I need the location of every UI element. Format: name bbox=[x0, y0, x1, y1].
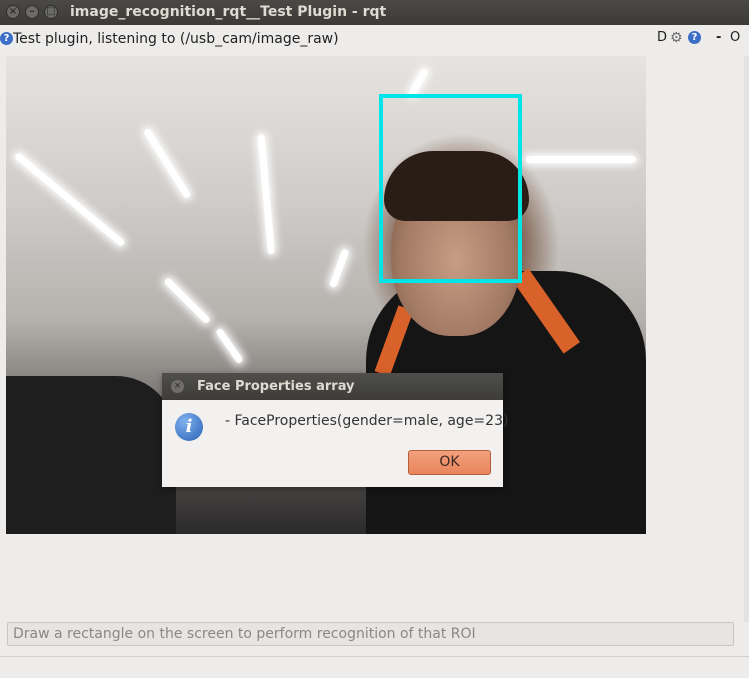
dialog-message: - FaceProperties(gender=male, age=23) bbox=[225, 413, 509, 429]
plugin-help-button[interactable]: ? bbox=[688, 31, 701, 44]
plugin-minimize-button[interactable]: - bbox=[716, 30, 721, 45]
gear-icon[interactable]: ⚙ bbox=[670, 30, 683, 46]
ok-button[interactable]: OK bbox=[408, 450, 491, 475]
dialog-titlebar: × Face Properties array bbox=[162, 373, 503, 400]
window-minimize-button[interactable]: – bbox=[25, 5, 39, 19]
face-detection-box bbox=[379, 94, 522, 283]
window-close-button[interactable]: × bbox=[6, 5, 20, 19]
window-titlebar: × – □ image_recognition_rqt__Test Plugin… bbox=[0, 0, 749, 25]
maximize-icon: □ bbox=[46, 6, 56, 17]
person-background bbox=[6, 376, 176, 534]
window-title: image_recognition_rqt__Test Plugin - rqt bbox=[70, 4, 387, 20]
minimize-icon: – bbox=[29, 6, 35, 17]
close-icon: × bbox=[8, 6, 18, 17]
help-icon[interactable]: ? bbox=[0, 32, 13, 45]
plugin-close-button[interactable]: O bbox=[730, 30, 740, 45]
plugin-header: ? Test plugin, listening to (/usb_cam/im… bbox=[0, 25, 749, 53]
panel-edge bbox=[744, 56, 749, 622]
info-icon: i bbox=[175, 413, 203, 441]
plugin-title: Test plugin, listening to (/usb_cam/imag… bbox=[13, 31, 339, 47]
dialog-close-icon[interactable]: × bbox=[171, 380, 184, 393]
dialog-title: Face Properties array bbox=[197, 379, 355, 394]
roi-status-field[interactable]: Draw a rectangle on the screen to perfor… bbox=[7, 622, 734, 646]
bottom-divider bbox=[0, 656, 749, 657]
plugin-d-button[interactable]: D bbox=[657, 30, 667, 45]
window-maximize-button[interactable]: □ bbox=[44, 5, 58, 19]
face-properties-dialog: × Face Properties array i - FaceProperti… bbox=[162, 373, 508, 487]
